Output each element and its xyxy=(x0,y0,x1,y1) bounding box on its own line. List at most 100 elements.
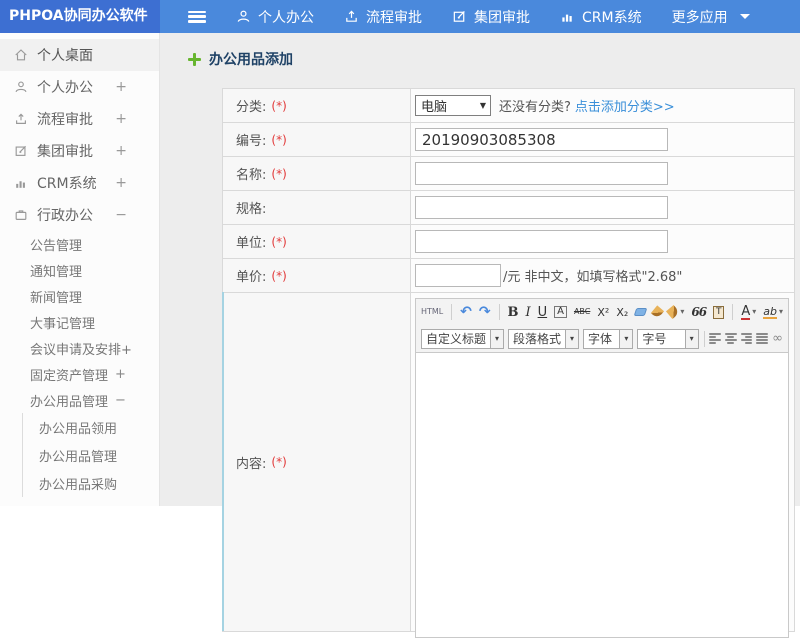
nav-item-workflow-approval[interactable]: 流程审批 xyxy=(344,7,422,27)
price-input[interactable] xyxy=(415,264,501,287)
spec-input[interactable] xyxy=(415,196,668,219)
paste-as-text-icon[interactable]: T xyxy=(713,305,725,319)
content-field: HTML ↶ ↷ B I U A ABC X² X₂ ▾ 66 T A ▾ ab… xyxy=(411,293,794,638)
format-painter-button[interactable]: ▾ xyxy=(666,304,685,320)
collapse-toggle[interactable]: − xyxy=(115,207,127,223)
name-input[interactable] xyxy=(415,162,668,185)
hamburger-icon[interactable] xyxy=(188,10,206,23)
subscript-button[interactable]: X₂ xyxy=(616,307,628,318)
paragraph-format-select[interactable]: 段落格式 ▾ xyxy=(508,328,580,349)
nav-item-group-approval[interactable]: 集团审批 xyxy=(452,7,530,27)
select-arrow-icon: ▾ xyxy=(684,329,698,348)
expand-toggle[interactable]: + xyxy=(115,79,127,95)
expand-toggle[interactable]: + xyxy=(115,143,127,159)
sidebar-subitem-fixed-assets-mgmt[interactable]: 固定资产管理 + xyxy=(0,361,159,387)
sidebar-subitem-label: 会议申请及安排+ xyxy=(30,342,132,358)
editor-content-area[interactable] xyxy=(415,353,789,638)
expand-toggle[interactable]: + xyxy=(115,111,127,127)
nav-label: 个人办公 xyxy=(258,9,314,26)
sidebar-item-crm[interactable]: CRM系统 + xyxy=(0,167,159,199)
redo-icon[interactable]: ↷ xyxy=(479,305,491,319)
highlight-glyph: ab xyxy=(763,304,777,319)
align-center-icon[interactable] xyxy=(725,333,737,344)
sidebar-subsubitem-supplies-purchase[interactable]: 办公用品采购 xyxy=(23,469,159,497)
superscript-button[interactable]: X² xyxy=(597,307,609,318)
font-size-select[interactable]: 字号 ▾ xyxy=(637,328,699,349)
edit-icon xyxy=(453,11,465,22)
label-text: 分类: xyxy=(236,100,267,115)
unit-input[interactable] xyxy=(415,230,668,253)
category-hint: 还没有分类? xyxy=(499,100,571,115)
price-label: 单价: (*) xyxy=(223,259,411,292)
required-marker: (*) xyxy=(271,98,287,113)
page-title: 办公用品添加 xyxy=(188,49,293,69)
nav-item-personal-office[interactable]: 个人办公 xyxy=(236,7,314,27)
select-label: 字号 xyxy=(642,332,667,346)
font-color-button[interactable]: A ▾ xyxy=(741,305,756,320)
sidebar-subitem-label: 办公用品管理 xyxy=(30,394,109,410)
sidebar-item-group-approval[interactable]: 集团审批 + xyxy=(0,135,159,167)
required-marker: (*) xyxy=(271,234,287,249)
sidebar-item-admin-office[interactable]: 行政办公 − xyxy=(0,199,159,231)
italic-button[interactable]: I xyxy=(525,306,530,319)
select-arrow-icon: ▾ xyxy=(619,329,633,348)
add-icon xyxy=(188,52,201,66)
link-icon[interactable]: ∞ xyxy=(772,332,783,345)
edit-icon xyxy=(15,145,26,156)
html-source-button[interactable]: HTML xyxy=(421,308,443,316)
sidebar-subitem-memorabilia-mgmt[interactable]: 大事记管理 xyxy=(0,309,159,335)
nav-label: CRM系统 xyxy=(582,9,642,26)
collapse-toggle[interactable]: − xyxy=(115,393,126,408)
expand-toggle[interactable]: + xyxy=(115,175,127,191)
highlight-color-button[interactable]: ab ▾ xyxy=(763,306,783,319)
blockquote-button[interactable]: 66 xyxy=(691,306,707,318)
sidebar-item-personal-desktop[interactable]: 个人桌面 xyxy=(0,39,159,71)
align-right-icon[interactable] xyxy=(740,333,753,344)
sidebar-subitem-news-mgmt[interactable]: 新闻管理 xyxy=(0,283,159,309)
label-text: 单价: xyxy=(236,270,267,285)
expand-toggle[interactable]: + xyxy=(115,367,126,382)
sidebar-subitem-meeting-request[interactable]: 会议申请及安排+ xyxy=(0,335,159,361)
sidebar-item-workflow-approval[interactable]: 流程审批 + xyxy=(0,103,159,135)
clean-brush-icon[interactable] xyxy=(650,305,664,319)
sidebar-item-label: 行政办公 xyxy=(37,208,93,224)
strikethrough-button[interactable]: ABC xyxy=(574,308,590,316)
unit-field xyxy=(411,225,794,258)
align-left-icon[interactable] xyxy=(709,333,722,344)
undo-icon[interactable]: ↶ xyxy=(460,305,472,319)
caret-down-icon: ▾ xyxy=(752,307,757,316)
nav-label: 流程审批 xyxy=(366,9,422,26)
font-family-select[interactable]: 字体 ▾ xyxy=(583,328,634,349)
custom-title-select[interactable]: 自定义标题 ▾ xyxy=(421,328,505,349)
richtext-editor: HTML ↶ ↷ B I U A ABC X² X₂ ▾ 66 T A ▾ ab… xyxy=(415,298,789,638)
underline-button[interactable]: U xyxy=(538,306,548,319)
category-select[interactable]: 电脑 ▼ xyxy=(415,95,491,116)
chart-icon xyxy=(16,181,25,188)
align-justify-icon[interactable] xyxy=(756,333,769,344)
nav-item-more-apps[interactable]: 更多应用 xyxy=(672,7,750,27)
user-icon xyxy=(15,81,27,93)
home-icon xyxy=(15,49,27,61)
sidebar-subsubitem-supplies-manage[interactable]: 办公用品管理 xyxy=(23,441,159,469)
user-icon xyxy=(237,10,250,22)
caret-down-icon: ▾ xyxy=(779,307,784,316)
nav-item-crm[interactable]: CRM系统 xyxy=(560,7,642,27)
sidebar-item-personal-office[interactable]: 个人办公 + xyxy=(0,71,159,103)
sidebar-subsubitem-supplies-claim[interactable]: 办公用品领用 xyxy=(23,413,159,441)
toolbar-separator xyxy=(732,304,734,320)
sidebar-subitem-announcement-mgmt[interactable]: 公告管理 xyxy=(0,231,159,257)
remove-format-eraser-icon[interactable] xyxy=(633,308,648,316)
add-category-link[interactable]: 点击添加分类>> xyxy=(575,96,675,115)
code-input[interactable] xyxy=(415,128,668,151)
sidebar-subitem-notice-mgmt[interactable]: 通知管理 xyxy=(0,257,159,283)
caret-down-icon: ▾ xyxy=(680,307,685,316)
sidebar-subitem-label: 大事记管理 xyxy=(30,316,96,332)
sidebar-subitem-office-supplies-mgmt[interactable]: 办公用品管理 − xyxy=(0,387,159,413)
format-painter-icon xyxy=(666,304,681,320)
price-hint: /元 非中文，如填写格式"2.68" xyxy=(503,270,683,285)
bold-button[interactable]: B xyxy=(507,306,518,319)
editor-toolbar-row1: HTML ↶ ↷ B I U A ABC X² X₂ ▾ 66 T A ▾ ab… xyxy=(416,299,788,325)
font-style-button[interactable]: A xyxy=(554,306,567,318)
sidebar-item-label: CRM系统 xyxy=(37,176,97,192)
select-label: 自定义标题 xyxy=(426,332,487,346)
